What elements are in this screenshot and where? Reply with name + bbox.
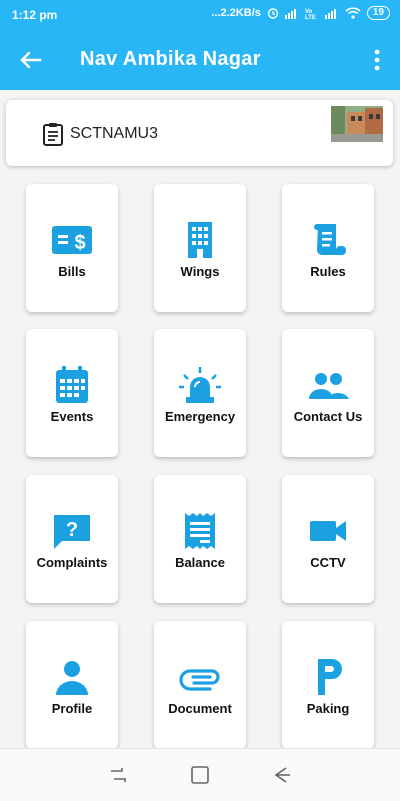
siren-icon	[179, 367, 221, 403]
society-card[interactable]: SCTNAMU3	[6, 100, 393, 166]
tile-label: Emergency	[164, 409, 236, 424]
tile-label: CCTV	[310, 555, 346, 570]
tile-label: Balance	[175, 555, 225, 570]
building-icon	[188, 222, 212, 258]
tile-bills[interactable]: $ Bills	[26, 184, 118, 312]
tile-label: Rules	[310, 264, 346, 279]
society-code: SCTNAMU3	[70, 125, 159, 142]
back-nav-icon[interactable]	[272, 765, 292, 785]
person-icon	[56, 661, 88, 695]
tile-contact-us[interactable]: Contact Us	[282, 329, 374, 457]
tile-emergency[interactable]: Emergency	[154, 329, 246, 457]
signal-icon-2	[324, 9, 336, 19]
people-icon	[309, 373, 349, 399]
tile-balance[interactable]: Balance	[154, 475, 246, 603]
tile-label: Complaints	[36, 555, 108, 570]
tile-cctv[interactable]: CCTV	[282, 475, 374, 603]
tile-label: Profile	[51, 701, 93, 716]
bill-dollar-icon: $	[52, 226, 92, 254]
tile-parking[interactable]: Paking	[282, 621, 374, 749]
tile-label: Contact Us	[293, 409, 363, 424]
tile-events[interactable]: Events	[26, 329, 118, 457]
battery-indicator: 19	[366, 6, 390, 20]
svg-text:?: ?	[66, 519, 78, 541]
tile-wings[interactable]: Wings	[154, 184, 246, 312]
signal-icon	[284, 9, 296, 19]
society-photo[interactable]	[331, 106, 383, 142]
svg-text:$: $	[74, 232, 85, 254]
system-nav-bar	[0, 748, 400, 801]
tile-label: Paking	[306, 701, 350, 716]
network-speed: ...2.2KB/s	[211, 7, 261, 19]
arrow-left-icon	[20, 51, 42, 69]
tile-label: Events	[50, 409, 94, 424]
status-icons: ...2.2KB/s Vo LTE 19	[211, 6, 390, 20]
tile-label: Bills	[58, 264, 86, 279]
tile-label: Wings	[180, 264, 220, 279]
overflow-menu-button[interactable]	[368, 46, 386, 74]
scroll-icon	[314, 224, 346, 255]
status-bar: 1:12 pm ...2.2KB/s Vo LTE 19	[0, 0, 400, 30]
status-time: 1:12 pm	[12, 8, 58, 22]
video-camera-icon	[310, 521, 346, 541]
more-vertical-icon	[374, 49, 380, 71]
tile-document[interactable]: Document	[154, 621, 246, 749]
alarm-icon	[267, 8, 279, 19]
tile-complaints[interactable]: ? Complaints	[26, 475, 118, 603]
paperclip-icon	[179, 669, 220, 691]
calendar-icon	[56, 366, 88, 403]
tile-profile[interactable]: Profile	[26, 621, 118, 749]
question-chat-icon: ?	[54, 515, 90, 549]
receipt-icon	[185, 513, 215, 549]
back-button[interactable]	[14, 44, 46, 76]
volte-icon: VoLTE	[305, 9, 316, 19]
svg-text:LTE: LTE	[305, 15, 316, 19]
tile-rules[interactable]: Rules	[282, 184, 374, 312]
app-bar: Nav Ambika Nagar	[0, 30, 400, 90]
recents-icon[interactable]	[108, 765, 128, 785]
clipboard-icon	[43, 123, 63, 146]
home-icon[interactable]	[190, 765, 210, 785]
page-title: Nav Ambika Nagar	[80, 48, 261, 70]
parking-icon	[318, 659, 342, 695]
tile-label: Document	[168, 701, 232, 716]
wifi-icon	[345, 7, 361, 19]
